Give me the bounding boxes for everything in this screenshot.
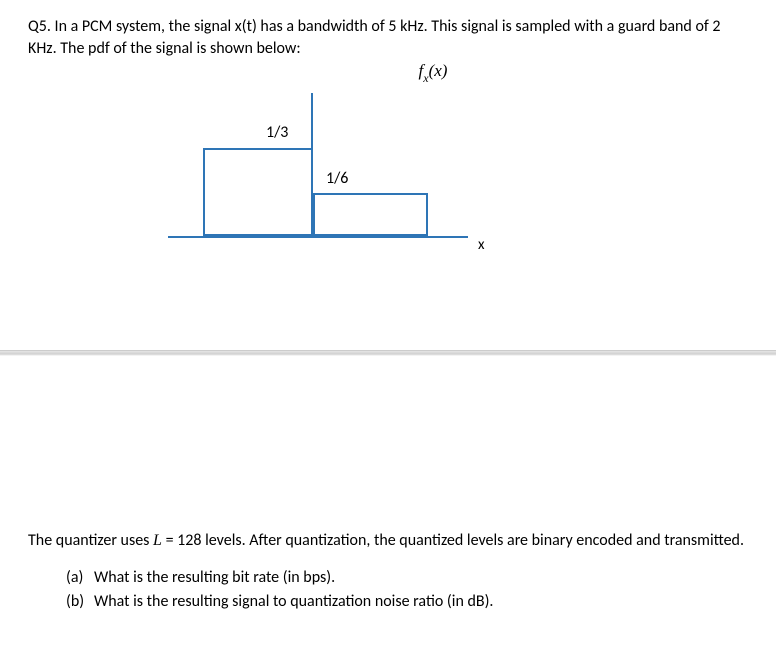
- part-a: (a) What is the resulting bit rate (in b…: [66, 566, 748, 590]
- label-one-third: 1/3: [266, 123, 288, 142]
- pdf-right-block: [313, 193, 428, 236]
- quantizer-L-symbol: L: [153, 532, 162, 549]
- part-a-text: What is the resulting bit rate (in bps).: [94, 566, 335, 590]
- pdf-left-block: [203, 148, 313, 236]
- part-b-text: What is the resulting signal to quantiza…: [94, 590, 493, 614]
- section-divider: [0, 350, 776, 356]
- subparts-list: (a) What is the resulting bit rate (in b…: [28, 566, 748, 614]
- part-b-marker: (b): [66, 590, 94, 614]
- part-a-marker: (a): [66, 566, 94, 590]
- x-axis: [168, 236, 468, 238]
- pdf-formula-label: fx(x): [118, 61, 748, 84]
- quantizer-eq-text: = 128 levels. After quantization, the qu…: [162, 531, 744, 550]
- question-text: Q5. In a PCM system, the signal x(t) has…: [28, 16, 748, 59]
- quantizer-prefix: The quantizer uses: [28, 531, 153, 550]
- y-axis: [311, 93, 313, 238]
- pdf-chart: 1/3 1/6 x: [148, 93, 508, 263]
- quantizer-description: The quantizer uses L = 128 levels. After…: [28, 530, 748, 552]
- label-one-sixth: 1/6: [326, 169, 348, 188]
- x-axis-label: x: [478, 236, 485, 254]
- part-b: (b) What is the resulting signal to quan…: [66, 590, 748, 614]
